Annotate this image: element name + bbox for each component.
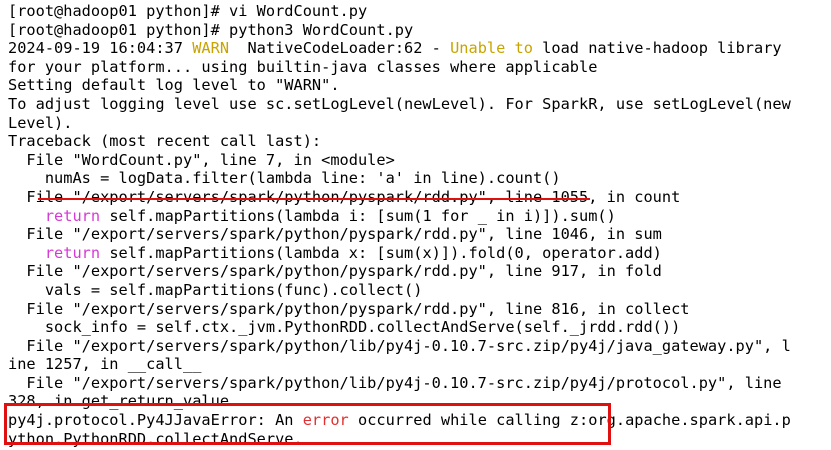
command-line-python3: [root@hadoop01 python]# python3 WordCoun… <box>8 20 414 39</box>
red-underline-annotation <box>38 198 590 200</box>
log-line-warn: 2024-09-19 16:04:37 WARN NativeCodeLoade… <box>8 39 831 58</box>
traceback-header: Traceback (most recent call last): <box>8 132 322 151</box>
traceback-file-rdd-sum: File "/export/servers/spark/python/pyspa… <box>8 225 662 244</box>
keyword-return: return <box>44 206 101 225</box>
log-source: NativeCodeLoader:62 - <box>229 39 451 58</box>
log-line-default-level: Setting default log level to "WARN". <box>8 76 340 95</box>
traceback-code-return-sum: return self.mapPartitions(lambda x: [sum… <box>44 243 662 262</box>
keyword-return: return <box>44 243 101 262</box>
traceback-file-java-gateway-wrap: ine 1257, in __call__ <box>8 355 202 374</box>
log-timestamp: 2024-09-19 16:04:37 <box>8 39 193 58</box>
traceback-file-wordcount: File "WordCount.py", line 7, in <module> <box>8 150 395 169</box>
terminal-output[interactable]: [root@hadoop01 python]# vi WordCount.py … <box>0 0 831 450</box>
traceback-code-sock-info: sock_info = self.ctx._jvm.PythonRDD.coll… <box>8 318 681 337</box>
log-line-adjust-wrap: Level). <box>8 113 73 132</box>
log-line-adjust: To adjust logging level use sc.setLogLev… <box>8 94 791 113</box>
traceback-file-java-gateway: File "/export/servers/spark/python/lib/p… <box>8 336 791 355</box>
traceback-file-protocol: File "/export/servers/spark/python/lib/p… <box>8 373 782 392</box>
traceback-code-vals: vals = self.mapPartitions(func).collect(… <box>8 280 423 299</box>
red-box-annotation <box>4 403 611 445</box>
command-line-vi: [root@hadoop01 python]# vi WordCount.py <box>8 2 368 20</box>
traceback-file-rdd-collect: File "/export/servers/spark/python/pyspa… <box>8 299 690 318</box>
traceback-code-numas: numAs = logData.filter(lambda line: 'a' … <box>8 169 561 188</box>
traceback-file-rdd-fold: File "/export/servers/spark/python/pyspa… <box>8 262 662 281</box>
log-level-warn: WARN <box>192 39 230 58</box>
traceback-code-return-count: return self.mapPartitions(lambda i: [sum… <box>44 206 616 225</box>
log-message: load native-hadoop library <box>532 39 782 58</box>
log-line-platform: for your platform... using builtin-java … <box>8 57 598 76</box>
log-unable-to: Unable to <box>450 39 533 58</box>
